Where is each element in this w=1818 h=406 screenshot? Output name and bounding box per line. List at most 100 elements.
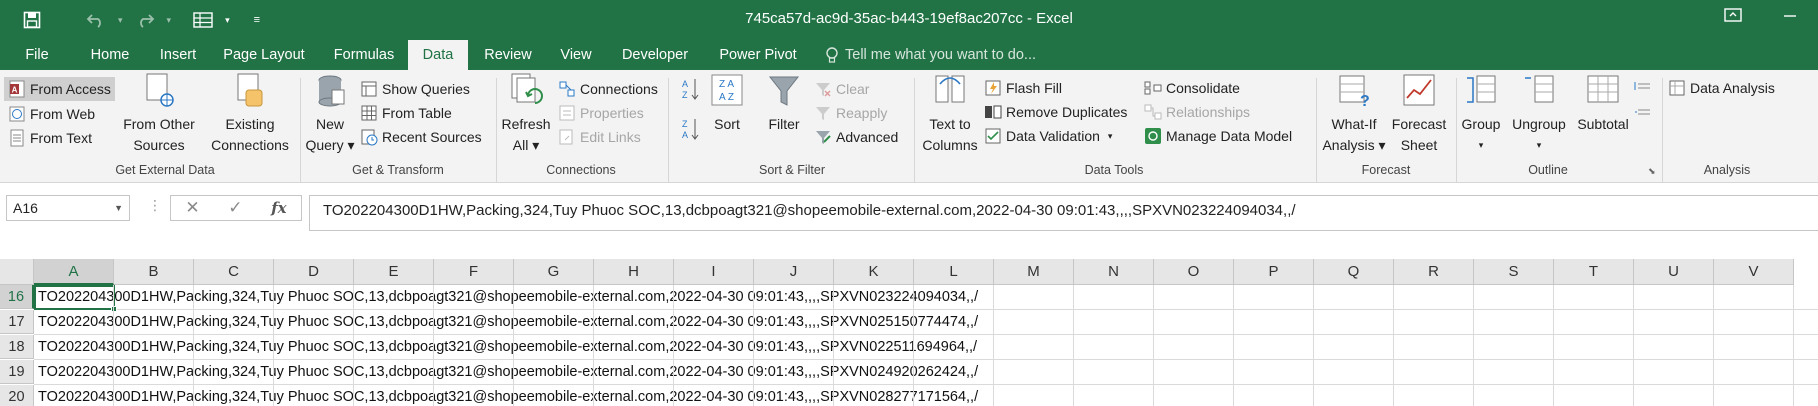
formula-bar-resize-icon[interactable]: ⋮ — [148, 197, 162, 214]
column-header-g[interactable]: G — [514, 259, 594, 285]
row-header-20[interactable]: 20 — [0, 385, 34, 406]
enter-icon[interactable]: ✓ — [228, 198, 242, 218]
sort-z-a-button[interactable]: ZA — [680, 116, 700, 142]
column-header-a[interactable]: A — [34, 259, 114, 285]
minimize-icon[interactable] — [1782, 8, 1798, 25]
column-header-q[interactable]: Q — [1314, 259, 1394, 285]
column-header-r[interactable]: R — [1394, 259, 1474, 285]
properties-button[interactable]: Properties — [558, 102, 644, 124]
tab-formulas[interactable]: Formulas — [326, 40, 402, 70]
svg-text:Z: Z — [682, 90, 688, 100]
connections-button[interactable]: Connections — [558, 78, 658, 100]
column-header-o[interactable]: O — [1154, 259, 1234, 285]
column-header-h[interactable]: H — [594, 259, 674, 285]
column-header-n[interactable]: N — [1074, 259, 1154, 285]
group-sort-filter: Sort & Filter — [759, 163, 825, 177]
tab-review[interactable]: Review — [476, 40, 540, 70]
sort-button[interactable]: Z A A Z Sort — [704, 72, 750, 133]
show-queries-button[interactable]: Show Queries — [360, 78, 470, 100]
cell-a19[interactable]: TO202204300D1HW,Packing,324,Tuy Phuoc SO… — [38, 360, 978, 384]
edit-links-button[interactable]: Edit Links — [558, 126, 641, 148]
tab-home[interactable]: Home — [78, 40, 142, 70]
tab-insert[interactable]: Insert — [148, 40, 208, 70]
column-header-f[interactable]: F — [434, 259, 514, 285]
cancel-icon[interactable]: ✕ — [185, 198, 199, 218]
select-all-corner[interactable] — [0, 259, 34, 285]
gridline — [433, 285, 434, 406]
ungroup-dropdown-icon[interactable]: ▾ — [1537, 137, 1542, 154]
tell-me-box[interactable]: Tell me what you want to do... — [825, 40, 1036, 70]
filter-button[interactable]: Filter — [760, 72, 808, 133]
column-header-d[interactable]: D — [274, 259, 354, 285]
cell-a20[interactable]: TO202204300D1HW,Packing,324,Tuy Phuoc SO… — [38, 385, 978, 406]
ungroup-button[interactable]: Ungroup ▾ — [1508, 72, 1570, 154]
what-if-analysis-button[interactable]: ? What-If Analysis ▾ — [1318, 72, 1390, 154]
tab-power-pivot[interactable]: Power Pivot — [712, 40, 804, 70]
forecast-sheet-button[interactable]: Forecast Sheet — [1382, 72, 1456, 154]
flash-fill-button[interactable]: Flash Fill — [984, 77, 1062, 99]
gridline — [1553, 285, 1554, 406]
from-access-button[interactable]: A From Access — [4, 77, 115, 101]
from-table-button[interactable]: From Table — [360, 102, 452, 124]
column-header-s[interactable]: S — [1474, 259, 1554, 285]
row-header-19[interactable]: 19 — [0, 360, 34, 384]
tab-file[interactable]: File — [14, 40, 60, 70]
formula-input[interactable]: TO202204300D1HW,Packing,324,Tuy Phuoc SO… — [309, 195, 1818, 231]
data-validation-dropdown-icon[interactable]: ▾ — [1108, 131, 1113, 142]
relationships-button[interactable]: Relationships — [1144, 101, 1250, 123]
data-model-icon — [1145, 128, 1161, 144]
group-dropdown-icon[interactable]: ▾ — [1479, 137, 1484, 154]
tab-view[interactable]: View — [552, 40, 600, 70]
row-header-16[interactable]: 16 — [0, 285, 34, 309]
show-detail-button[interactable] — [1634, 80, 1652, 96]
column-header-v[interactable]: V — [1714, 259, 1794, 285]
subtotal-button[interactable]: Subtotal — [1572, 72, 1634, 133]
tab-data[interactable]: Data — [408, 40, 468, 70]
advanced-button[interactable]: Advanced — [814, 126, 898, 148]
refresh-all-button[interactable]: Refresh All ▾ — [498, 72, 554, 154]
cell-a16[interactable]: TO202204300D1HW,Packing,324,Tuy Phuoc SO… — [38, 285, 978, 309]
column-header-i[interactable]: I — [674, 259, 754, 285]
column-header-l[interactable]: L — [914, 259, 994, 285]
fill-handle[interactable] — [111, 306, 117, 312]
tab-page-layout[interactable]: Page Layout — [218, 40, 310, 70]
remove-duplicates-button[interactable]: Remove Duplicates — [984, 101, 1127, 123]
column-header-t[interactable]: T — [1554, 259, 1634, 285]
from-web-button[interactable]: From Web — [8, 102, 95, 126]
existing-connections-button[interactable]: Existing Connections — [206, 72, 294, 154]
consolidate-button[interactable]: Consolidate — [1144, 77, 1240, 99]
new-query-button[interactable]: New Query ▾ — [300, 72, 360, 154]
name-box-dropdown-icon[interactable]: ▼ — [114, 196, 123, 220]
column-header-m[interactable]: M — [994, 259, 1074, 285]
column-header-b[interactable]: B — [114, 259, 194, 285]
cell-a18[interactable]: TO202204300D1HW,Packing,324,Tuy Phuoc SO… — [38, 335, 977, 359]
column-header-j[interactable]: J — [754, 259, 834, 285]
row-header-17[interactable]: 17 — [0, 310, 34, 334]
insert-function-icon[interactable]: fx — [271, 199, 286, 217]
hide-detail-button[interactable] — [1634, 106, 1652, 122]
data-validation-button[interactable]: Data Validation ▾ — [984, 125, 1112, 147]
column-header-p[interactable]: P — [1234, 259, 1314, 285]
text-to-columns-button[interactable]: Text to Columns — [916, 72, 984, 154]
from-other-sources-button[interactable]: From Other Sources — [118, 72, 200, 154]
outline-dialog-launcher-icon[interactable]: ⬊ — [1648, 166, 1656, 177]
data-analysis-button[interactable]: Data Analysis — [1668, 77, 1775, 99]
ribbon-display-icon[interactable] — [1724, 8, 1742, 25]
cell-a17[interactable]: TO202204300D1HW,Packing,324,Tuy Phuoc SO… — [38, 310, 978, 334]
recent-sources-button[interactable]: Recent Sources — [360, 126, 482, 148]
manage-data-model-button[interactable]: Manage Data Model — [1144, 125, 1292, 147]
from-text-button[interactable]: From Text — [8, 126, 92, 150]
column-header-u[interactable]: U — [1634, 259, 1714, 285]
sort-a-z-button[interactable]: AZ — [680, 76, 700, 102]
row-header-18[interactable]: 18 — [0, 335, 34, 359]
column-header-k[interactable]: K — [834, 259, 914, 285]
tab-developer[interactable]: Developer — [614, 40, 696, 70]
clear-button[interactable]: Clear — [814, 78, 869, 100]
group-button[interactable]: Group ▾ — [1456, 72, 1506, 154]
forecast-chart-icon — [1403, 74, 1435, 106]
name-box[interactable]: A16 ▼ — [6, 195, 130, 221]
column-header-c[interactable]: C — [194, 259, 274, 285]
name-box-value: A16 — [13, 200, 38, 216]
column-header-e[interactable]: E — [354, 259, 434, 285]
reapply-button[interactable]: Reapply — [814, 102, 887, 124]
